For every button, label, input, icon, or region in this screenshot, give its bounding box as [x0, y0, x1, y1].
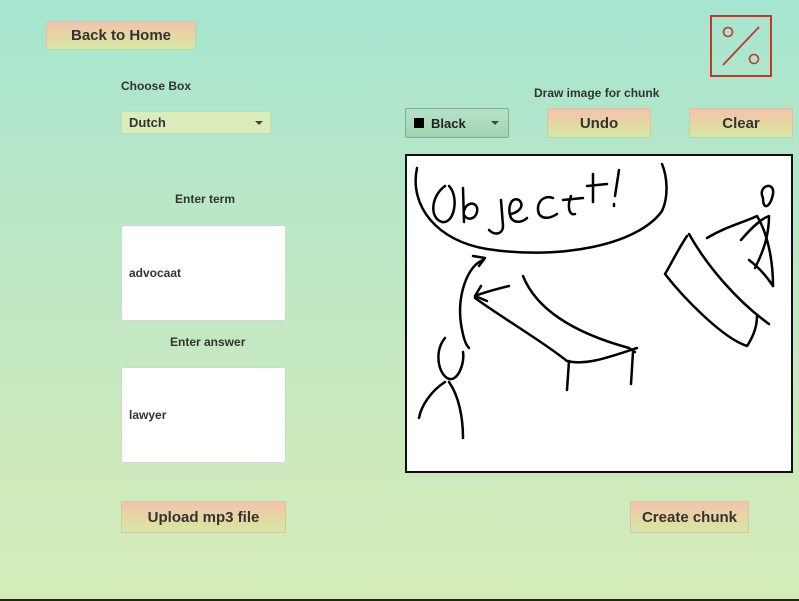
drawing-stroke	[612, 168, 621, 208]
color-swatch	[414, 118, 424, 128]
color-select-value: Black	[431, 115, 466, 131]
create-chunk-button[interactable]: Create chunk	[630, 501, 749, 533]
drawing-stroke	[508, 197, 529, 223]
answer-input[interactable]: lawyer	[121, 367, 286, 463]
create-chunk-label: Create chunk	[641, 508, 738, 526]
box-select[interactable]: Dutch	[121, 111, 271, 134]
enter-answer-label: Enter answer	[170, 335, 246, 349]
percent-logo-icon	[710, 15, 772, 77]
chevron-down-icon	[491, 121, 499, 125]
upload-mp3-label: Upload mp3 file	[147, 508, 260, 526]
drawing-stroke	[747, 258, 775, 288]
drawing-stroke	[585, 172, 609, 204]
draw-image-label: Draw image for chunk	[534, 86, 660, 100]
clear-label: Clear	[722, 114, 760, 132]
drawing-stroke	[561, 194, 585, 216]
drawing-stroke	[473, 284, 511, 303]
term-input[interactable]: advocaat	[121, 225, 286, 321]
term-input-value: advocaat	[129, 266, 182, 280]
drawing-stroke	[663, 234, 759, 348]
drawing-stroke	[629, 350, 635, 386]
answer-input-value: lawyer	[129, 408, 167, 422]
drawing-stroke	[417, 380, 447, 420]
drawing-canvas[interactable]	[405, 154, 793, 473]
drawing-stroke	[487, 198, 505, 235]
choose-box-label: Choose Box	[121, 79, 192, 93]
upload-mp3-button[interactable]: Upload mp3 file	[121, 501, 286, 533]
undo-label: Undo	[579, 114, 619, 132]
back-to-home-button[interactable]: Back to Home	[46, 21, 196, 50]
drawing-stroke	[437, 336, 465, 381]
drawing-stroke	[687, 232, 771, 326]
drawing-stroke	[565, 359, 571, 392]
chevron-down-icon	[255, 120, 263, 125]
color-select[interactable]: Black	[405, 108, 509, 138]
drawing-stroke	[447, 380, 465, 440]
drawing-stroke	[536, 195, 559, 219]
drawing-stroke	[760, 184, 775, 208]
drawing-stroke	[458, 258, 485, 350]
clear-button[interactable]: Clear	[689, 108, 793, 138]
drawing-stroke	[473, 296, 639, 364]
drawing-stroke	[739, 214, 771, 270]
drawing-stroke	[461, 186, 479, 224]
enter-term-label: Enter term	[175, 192, 236, 206]
drawing-stroke	[432, 184, 456, 224]
box-select-value: Dutch	[129, 115, 166, 130]
undo-button[interactable]: Undo	[547, 108, 651, 138]
back-to-home-label: Back to Home	[70, 27, 172, 44]
